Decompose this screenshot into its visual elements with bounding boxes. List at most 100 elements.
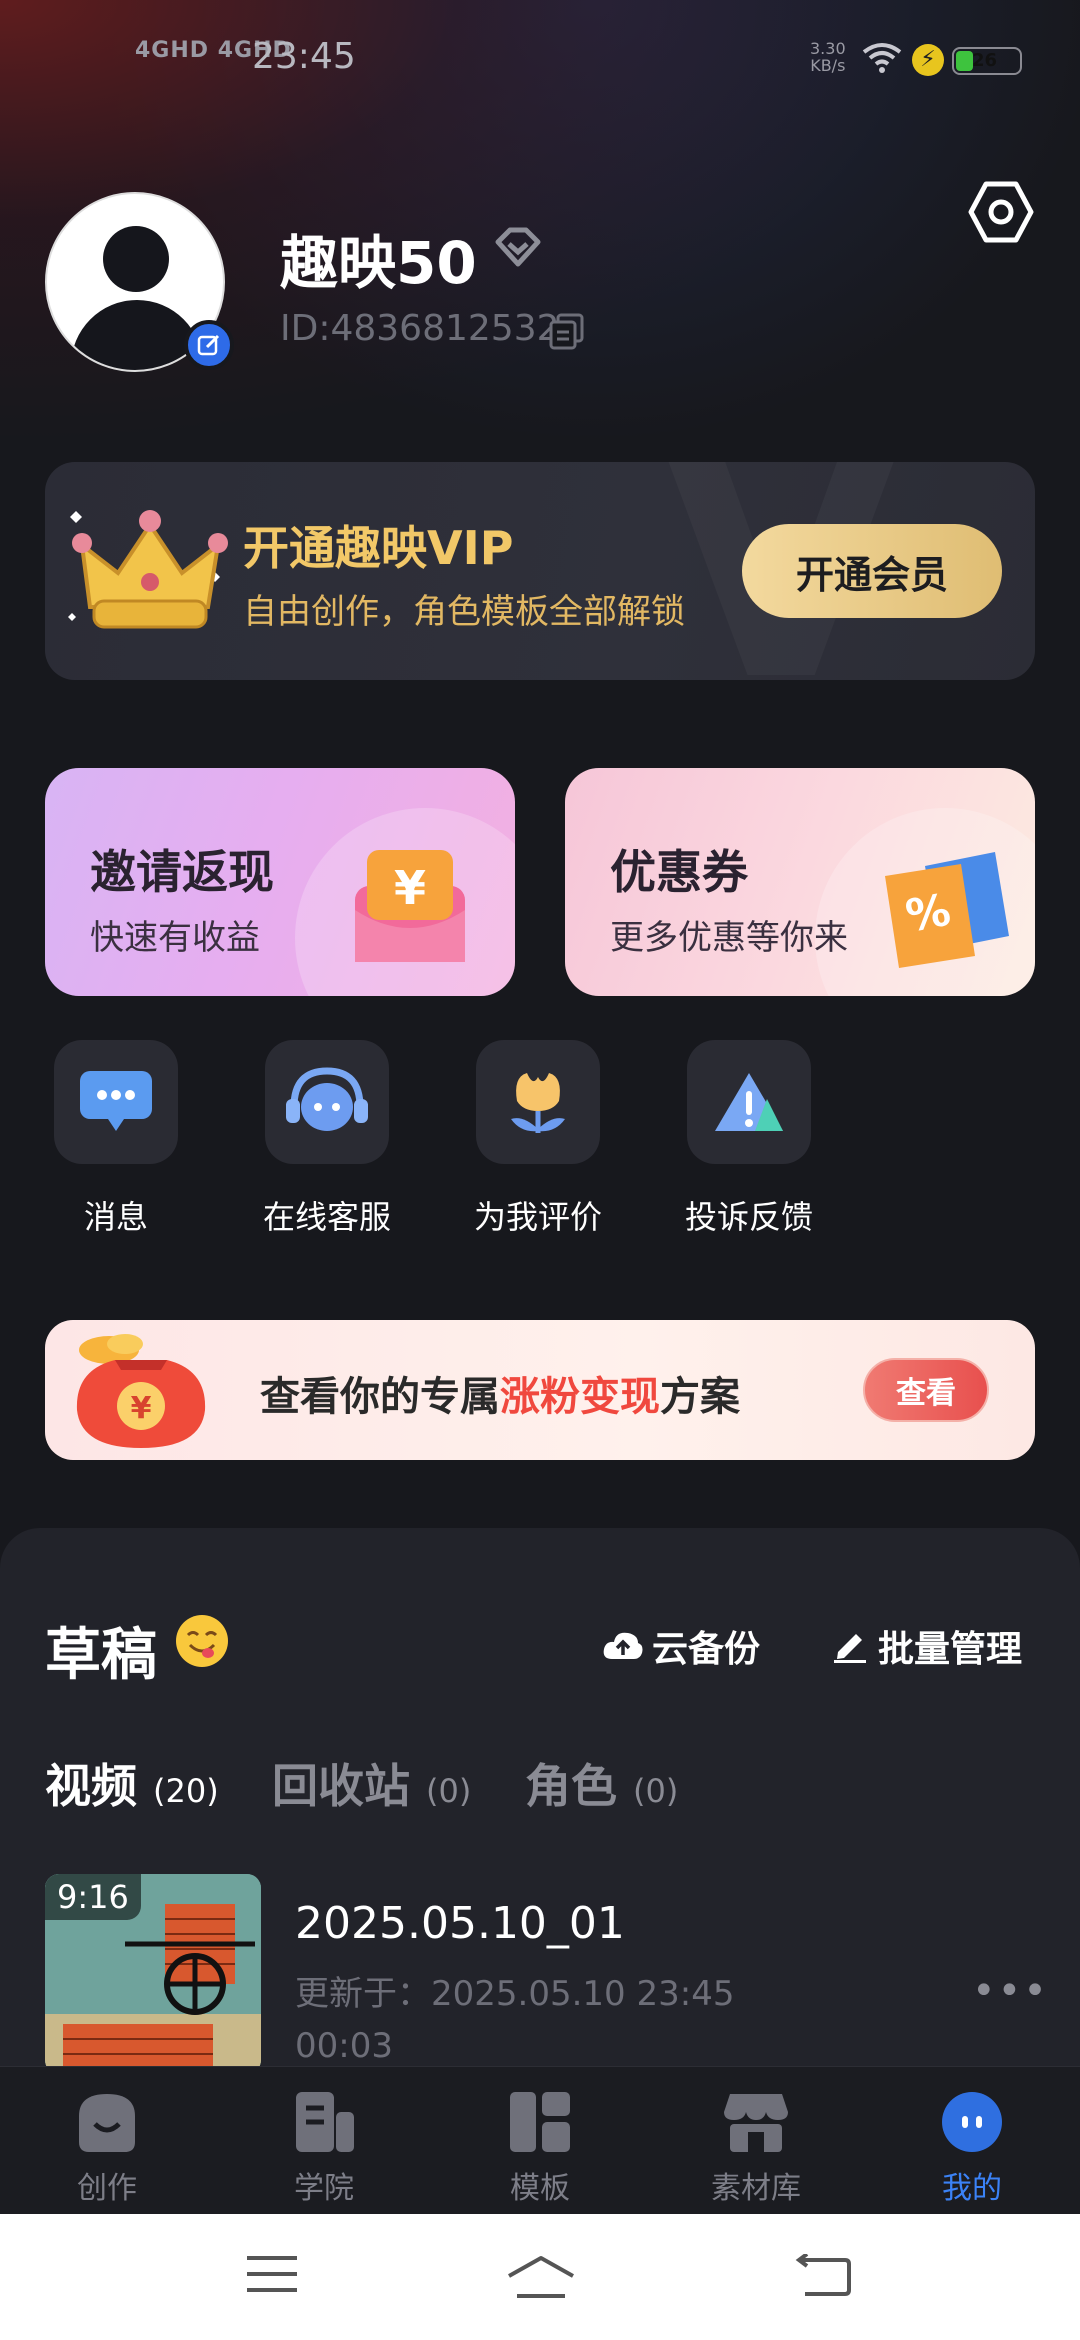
create-icon <box>79 2094 135 2152</box>
nav-templates-label: 模板 <box>510 2171 570 2206</box>
coupon-icon: % <box>885 852 1009 968</box>
warning-icon <box>715 1073 783 1131</box>
drafts-title: 草稿 <box>45 1623 157 1688</box>
battery-level <box>956 51 974 71</box>
nav-materials-label: 素材库 <box>711 2171 801 2206</box>
red-envelope-icon: ¥ <box>355 850 465 962</box>
edit-profile-icon[interactable] <box>184 320 234 370</box>
batch-manage-button[interactable]: 批量管理 <box>832 1620 1022 1672</box>
feedback-action[interactable]: 投诉反馈 <box>685 1040 813 1236</box>
network-speed-unit: KB/s <box>810 56 846 75</box>
network-speed-value: 3.30 <box>810 39 846 58</box>
avatar-head <box>103 226 169 292</box>
tab-videos-count: (20) <box>153 1772 219 1810</box>
rate-action[interactable]: 为我评价 <box>474 1040 602 1236</box>
vip-card[interactable]: V 开通趣映VIP 自由创作，角色模板全部解锁 开通会员 <box>45 462 1035 680</box>
svg-text:¥: ¥ <box>394 861 426 915</box>
nav-mine-label: 我的 <box>942 2171 1002 2206</box>
messages-button[interactable] <box>54 1040 178 1164</box>
draft-title: 2025.05.10_01 <box>295 1898 625 1949</box>
banner-text-b: 方案 <box>660 1374 740 1420</box>
draft-thumbnail[interactable]: 9:16 <box>45 1874 261 2074</box>
support-button[interactable] <box>265 1040 389 1164</box>
status-time: 23:45 <box>252 36 356 77</box>
tab-roles-count: (0) <box>633 1772 679 1810</box>
feedback-label: 投诉反馈 <box>684 1198 813 1236</box>
tab-roles[interactable]: 角色 (0) <box>525 1750 678 1816</box>
messages-action[interactable]: 消息 <box>54 1040 178 1236</box>
draft-duration: 00:03 <box>295 2026 393 2066</box>
battery-icon: 26 <box>952 47 1022 75</box>
nav-mine[interactable]: 我的 <box>897 2087 1047 2207</box>
invite-subtitle: 快速有收益 <box>90 918 260 958</box>
nav-templates[interactable]: 模板 <box>465 2087 615 2207</box>
tab-videos[interactable]: 视频 (20) <box>45 1750 219 1816</box>
banner-text-highlight: 涨粉变现 <box>500 1374 660 1420</box>
draft-updated: 更新于：2025.05.10 23:45 <box>295 1974 735 2014</box>
profile-face-icon <box>942 2092 1002 2152</box>
growth-plan-banner[interactable]: ¥ 查看你的专属涨粉变现方案 查看 <box>45 1320 1035 1460</box>
nav-academy[interactable]: 学院 <box>249 2087 399 2207</box>
chat-bubble-icon <box>80 1071 152 1131</box>
tab-videos-label: 视频 <box>45 1759 137 1813</box>
batch-manage-label: 批量管理 <box>878 1629 1023 1670</box>
system-nav-bar <box>0 2214 1080 2340</box>
edit-icon <box>197 334 220 356</box>
messages-label: 消息 <box>83 1198 148 1236</box>
home-icon[interactable] <box>505 2254 577 2300</box>
rate-button[interactable] <box>476 1040 600 1164</box>
nav-academy-label: 学院 <box>294 2171 354 2206</box>
templates-icon <box>510 2092 570 2152</box>
svg-text:%: % <box>902 885 954 943</box>
tab-recycle-bin-label: 回收站 <box>272 1759 410 1813</box>
money-bag-icon: ¥ <box>76 1334 206 1448</box>
nav-materials[interactable]: 素材库 <box>681 2087 831 2207</box>
vip-title: 开通趣映VIP <box>243 521 514 575</box>
academy-icon <box>296 2092 354 2152</box>
support-action[interactable]: 在线客服 <box>263 1040 391 1236</box>
invite-title: 邀请返现 <box>90 845 274 899</box>
charging-icon: ⚡ <box>912 44 944 76</box>
more-options-icon[interactable]: ••• <box>972 1968 1049 2014</box>
cloud-backup-label: 云备份 <box>652 1629 761 1670</box>
cloud-upload-icon <box>603 1632 643 1659</box>
tab-recycle-bin[interactable]: 回收站 (0) <box>272 1750 471 1816</box>
user-id: ID:4836812532 <box>280 308 560 349</box>
nav-create[interactable]: 创作 <box>32 2087 182 2207</box>
open-vip-button[interactable]: 开通会员 <box>742 524 1002 618</box>
battery-percent: 26 <box>972 50 998 71</box>
coupon-subtitle: 更多优惠等你来 <box>610 918 848 958</box>
wifi-icon <box>862 43 902 73</box>
banner-text: 查看你的专属涨粉变现方案 <box>260 1364 740 1422</box>
copy-icon[interactable] <box>548 312 586 350</box>
avatar-body <box>71 300 203 370</box>
store-icon <box>724 2094 788 2152</box>
invite-cashback-card[interactable]: 邀请返现 快速有收益 ¥ <box>45 768 515 996</box>
headset-icon <box>286 1067 368 1131</box>
crown-icon <box>68 510 228 629</box>
tab-roles-label: 角色 <box>525 1759 617 1813</box>
banner-text-a: 查看你的专属 <box>260 1374 500 1420</box>
feedback-button[interactable] <box>687 1040 811 1164</box>
bottom-nav: 创作 学院 模板 素材库 我的 <box>0 2066 1080 2214</box>
network-speed: 3.30 KB/s <box>810 40 846 74</box>
svg-text:¥: ¥ <box>131 1391 152 1426</box>
status-bar: 4GHD 4GHD 23:45 3.30 KB/s ⚡ 26 <box>0 0 1080 120</box>
smile-emoji-icon <box>176 1615 228 1667</box>
nav-create-label: 创作 <box>77 2171 137 2206</box>
pencil-icon <box>834 1634 866 1663</box>
coupon-card[interactable]: 优惠券 更多优惠等你来 % <box>565 768 1035 996</box>
view-plan-button[interactable]: 查看 <box>863 1358 989 1422</box>
coupon-title: 优惠券 <box>610 845 748 899</box>
rate-label: 为我评价 <box>473 1198 602 1236</box>
back-icon[interactable] <box>795 2254 853 2298</box>
flower-icon <box>511 1073 565 1133</box>
vip-subtitle: 自由创作，角色模板全部解锁 <box>243 592 685 632</box>
diamond-icon[interactable] <box>490 226 546 270</box>
support-label: 在线客服 <box>262 1198 391 1236</box>
tab-recycle-bin-count: (0) <box>426 1772 472 1810</box>
settings-icon[interactable] <box>968 180 1034 244</box>
cloud-backup-button[interactable]: 云备份 <box>602 1620 760 1672</box>
recent-apps-icon[interactable] <box>245 2254 299 2294</box>
username: 趣映50 <box>280 229 477 297</box>
